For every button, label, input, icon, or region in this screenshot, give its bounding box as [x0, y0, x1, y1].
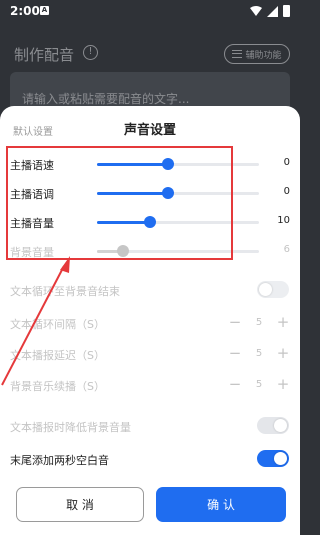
annotation-arrow: [1, 256, 70, 386]
